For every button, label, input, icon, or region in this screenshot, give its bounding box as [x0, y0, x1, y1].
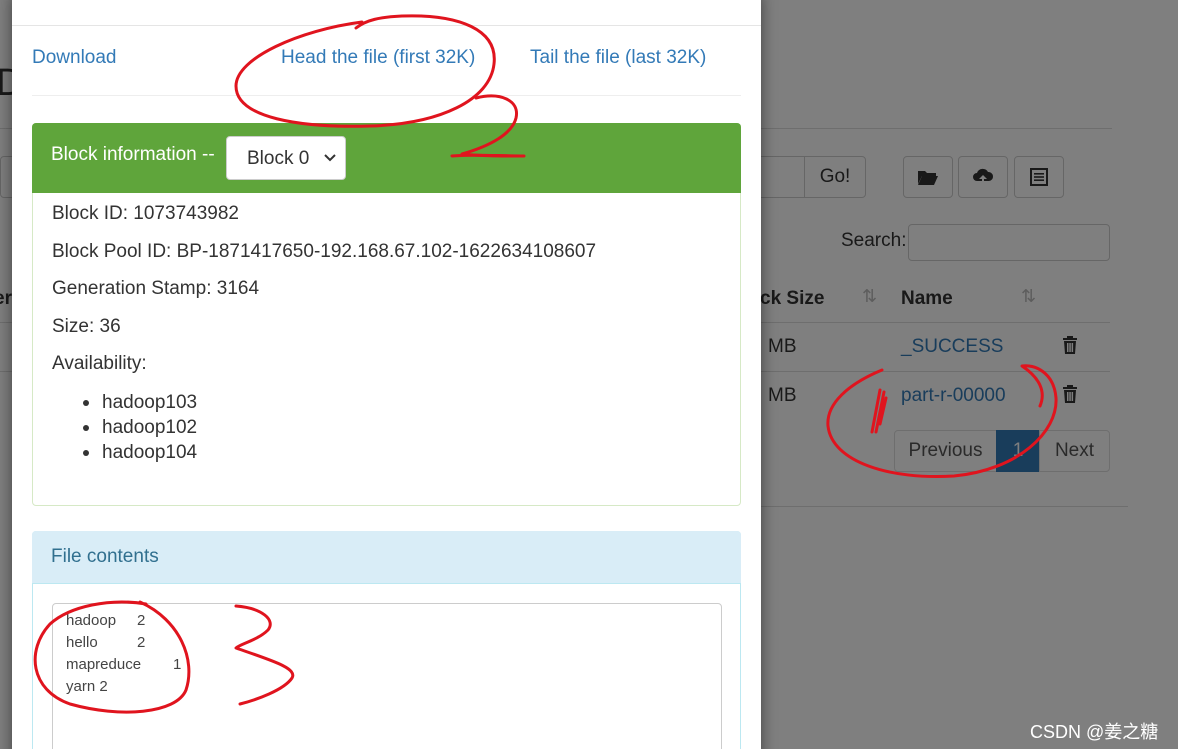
modal-header	[12, 0, 761, 26]
tail-file-link[interactable]: Tail the file (last 32K)	[530, 47, 706, 69]
availability-host: hadoop103	[83, 390, 197, 415]
availability-host: hadoop104	[83, 440, 197, 465]
availability-list: hadoop103 hadoop102 hadoop104	[83, 390, 197, 465]
file-actions-bar: Download Head the file (first 32K) Tail …	[32, 36, 741, 96]
file-contents-textarea[interactable]: hadoop 2 hello 2 mapreduce 1 yarn 2	[52, 603, 722, 749]
content-line: hadoop 2	[66, 612, 146, 629]
block-select[interactable]: Block 0	[226, 136, 346, 180]
file-contents-title: File contents	[51, 546, 159, 567]
content-line: yarn 2	[66, 678, 108, 695]
watermark: CSDN @姜之糖	[1030, 722, 1159, 742]
generation-stamp: Generation Stamp: 3164	[52, 278, 260, 299]
file-contents-panel: File contents hadoop 2 hello 2 mapreduce 1 …	[32, 531, 741, 749]
block-select-value: Block 0	[247, 148, 310, 169]
block-panel-heading: Block information -- Block 0	[32, 123, 741, 193]
chevron-down-icon	[324, 154, 336, 162]
block-id: Block ID: 1073743982	[52, 203, 239, 224]
availability-host: hadoop102	[83, 415, 197, 440]
content-line: mapreduce 1	[66, 656, 182, 673]
download-link[interactable]: Download	[32, 47, 117, 69]
block-pool-id: Block Pool ID: BP-1871417650-192.168.67.…	[52, 241, 597, 262]
head-file-link[interactable]: Head the file (first 32K)	[281, 47, 475, 69]
file-info-modal: Download Head the file (first 32K) Tail …	[12, 0, 761, 749]
block-panel-title: Block information --	[51, 144, 215, 165]
file-contents-heading: File contents	[32, 531, 741, 584]
availability-label: Availability:	[52, 353, 147, 374]
block-size: Size: 36	[52, 316, 121, 337]
content-line: hello 2	[66, 634, 146, 651]
block-information-panel: Block information -- Block 0 Block ID: 1…	[32, 123, 741, 506]
